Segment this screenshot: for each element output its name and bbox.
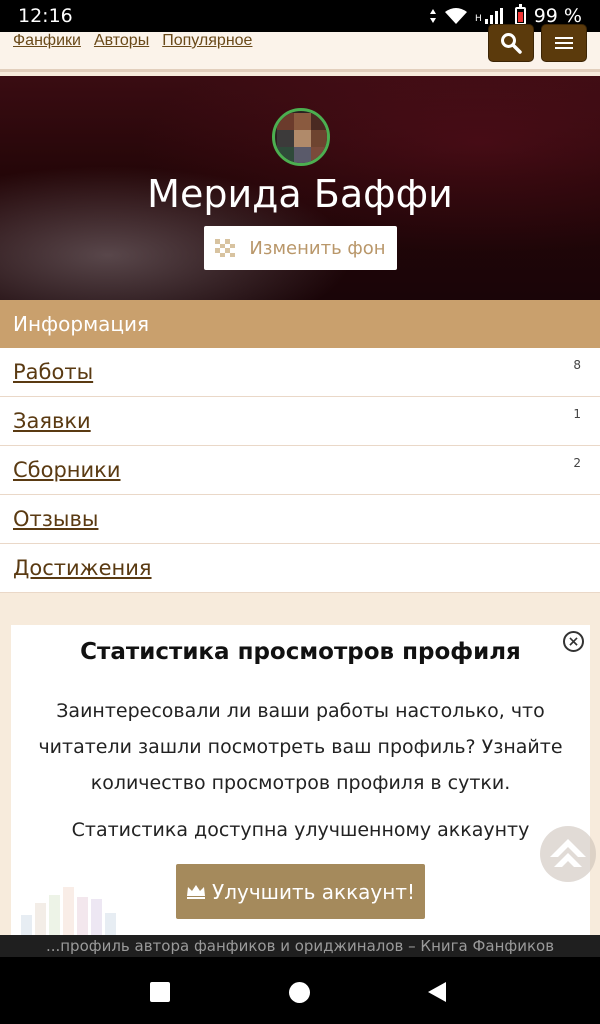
- nav-back-icon[interactable]: [428, 982, 446, 1002]
- nav-link-popular[interactable]: Популярное: [162, 32, 252, 50]
- status-time: 12:16: [18, 5, 73, 27]
- stats-card-note: Статистика доступна улучшенному аккаунту: [71, 819, 530, 841]
- requests-count: 1: [573, 407, 581, 421]
- checkerboard-icon: [215, 239, 236, 257]
- wifi-icon: [444, 8, 467, 24]
- profile-hero: Мерида Баффи Изменить фон: [0, 76, 600, 300]
- upgrade-account-button[interactable]: Улучшить аккаунт!: [176, 864, 425, 919]
- list-item: Сборники 2: [0, 446, 600, 495]
- battery-icon: [514, 4, 526, 25]
- data-arrows-icon: [429, 9, 436, 23]
- search-button[interactable]: [488, 24, 534, 62]
- signal-icon: H: [475, 8, 507, 24]
- nav-recents-icon[interactable]: [150, 982, 170, 1002]
- upgrade-account-label: Улучшить аккаунт!: [212, 879, 415, 904]
- system-nav-bar: [0, 957, 600, 1024]
- search-icon: [501, 33, 522, 54]
- change-background-label: Изменить фон: [249, 237, 386, 259]
- top-links: Фанфики Авторы Популярное: [13, 32, 252, 50]
- collections-count: 2: [573, 456, 581, 470]
- list-item: Заявки 1: [0, 397, 600, 446]
- nav-home-icon[interactable]: [289, 982, 310, 1003]
- nav-link-fanfics[interactable]: Фанфики: [13, 32, 81, 50]
- list-item: Достижения: [0, 544, 600, 593]
- reviews-link[interactable]: Отзывы: [13, 507, 98, 531]
- nav-link-authors[interactable]: Авторы: [94, 32, 149, 50]
- collections-link[interactable]: Сборники: [13, 458, 121, 482]
- menu-button[interactable]: [541, 24, 587, 62]
- network-type-label: H: [474, 14, 482, 24]
- profile-name: Мерида Баффи: [147, 172, 453, 216]
- achievements-link[interactable]: Достижения: [13, 556, 152, 580]
- site-top-nav: Фанфики Авторы Популярное: [0, 24, 600, 72]
- menu-icon: [555, 37, 573, 49]
- info-list: Работы 8 Заявки 1 Сборники 2 Отзывы Дост…: [0, 348, 600, 593]
- info-header: Информация: [0, 300, 600, 348]
- works-link[interactable]: Работы: [13, 360, 93, 384]
- profile-stats-card: × Статистика просмотров профиля Заинтере…: [11, 625, 590, 935]
- change-background-button[interactable]: Изменить фон: [204, 226, 397, 270]
- decorative-chart-icon: [11, 880, 136, 935]
- scroll-top-icon: [550, 839, 586, 867]
- stats-card-title: Статистика просмотров профиля: [80, 639, 521, 665]
- list-item: Отзывы: [0, 495, 600, 544]
- requests-link[interactable]: Заявки: [13, 409, 91, 433]
- crown-icon: [187, 884, 206, 899]
- works-count: 8: [573, 358, 581, 372]
- stats-card-description: Заинтересовали ли ваши работы настолько,…: [38, 700, 563, 794]
- page-caption: ...профиль автора фанфиков и ориджиналов…: [0, 935, 600, 957]
- scroll-top-button[interactable]: [540, 826, 596, 882]
- avatar[interactable]: [272, 108, 330, 166]
- list-item: Работы 8: [0, 348, 600, 397]
